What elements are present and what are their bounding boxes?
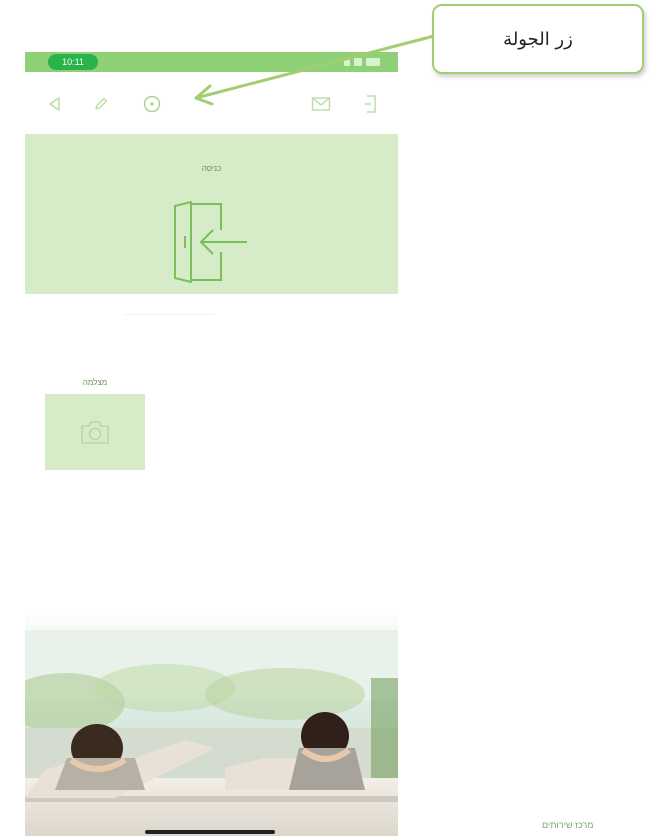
living-room-photo (25, 608, 398, 836)
entry-label: כניסה (201, 164, 222, 173)
door-enter-icon (165, 200, 255, 284)
exit-icon[interactable] (359, 91, 383, 117)
home-indicator (145, 830, 275, 834)
phone-screen: 10:11 כניסה מצלמה (25, 52, 398, 836)
edit-icon[interactable] (89, 92, 113, 116)
footer-text: מרכז שירותים (542, 820, 594, 830)
callout-text: زر الجولة (503, 28, 573, 50)
mail-icon[interactable] (308, 92, 334, 116)
entry-panel[interactable]: כניסה (25, 134, 398, 294)
divider (125, 314, 215, 315)
top-toolbar (25, 80, 398, 128)
camera-icon (81, 421, 109, 444)
status-time: 10:11 (48, 54, 98, 70)
status-icons (344, 58, 380, 66)
wifi-icon (354, 58, 362, 66)
signal-icon (344, 58, 350, 66)
status-bar: 10:11 (25, 52, 398, 72)
back-icon[interactable] (43, 92, 67, 116)
tour-button-callout: زر الجولة (432, 4, 644, 74)
tour-icon[interactable] (139, 91, 165, 117)
camera-label: מצלמה (82, 378, 108, 387)
battery-icon (366, 58, 380, 66)
camera-card[interactable] (45, 394, 145, 470)
